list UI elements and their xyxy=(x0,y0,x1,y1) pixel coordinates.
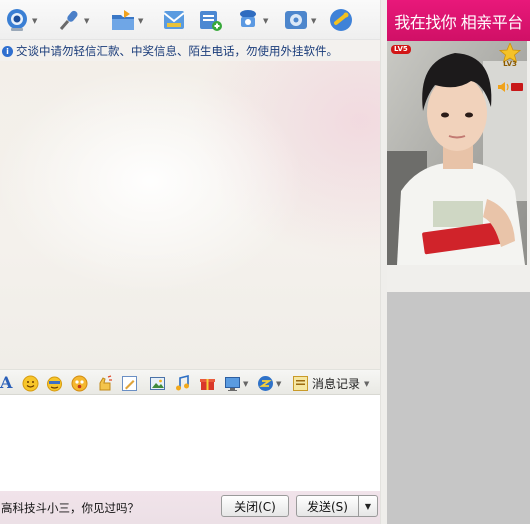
panel-splitter[interactable] xyxy=(380,0,387,524)
info-icon: i xyxy=(2,45,13,57)
send-button[interactable]: 发送(S) xyxy=(296,495,358,517)
emoticon-button[interactable] xyxy=(22,374,39,392)
friend-photo-image xyxy=(387,41,527,265)
level-badge: LV3 xyxy=(497,43,523,71)
message-history[interactable] xyxy=(0,61,380,369)
emoticon-icon xyxy=(22,375,39,391)
gift-icon xyxy=(200,378,215,390)
send-options-button[interactable]: ▼ xyxy=(358,495,378,517)
own-video-area[interactable] xyxy=(387,292,530,524)
nudge-button[interactable] xyxy=(96,374,113,392)
settings-icon xyxy=(285,11,307,29)
level-badge-label: LV3 xyxy=(503,60,517,68)
app-icon xyxy=(240,10,256,27)
video-call-button[interactable]: ▼ xyxy=(4,6,37,34)
font-icon: A xyxy=(0,373,13,392)
font-button[interactable]: A xyxy=(0,374,12,392)
image-button[interactable] xyxy=(149,374,166,392)
handwriting-icon xyxy=(122,375,137,391)
screen-capture-button[interactable]: ▼ xyxy=(224,374,248,392)
image-icon xyxy=(150,376,165,390)
message-history-label: 消息记录 xyxy=(312,376,361,391)
status-text[interactable]: 高科技斗小三，你见过吗？ xyxy=(1,500,139,516)
chevron-down-icon[interactable]: ▼ xyxy=(311,17,316,25)
nudge-icon xyxy=(99,374,112,390)
email-icon xyxy=(163,11,185,29)
send-file-button[interactable]: ▼ xyxy=(110,6,143,34)
chevron-down-icon[interactable]: ▼ xyxy=(364,380,369,388)
magic-face-button[interactable] xyxy=(46,374,63,392)
chevron-down-icon: ▼ xyxy=(364,501,372,511)
message-history-button[interactable]: 消息记录 ▼ xyxy=(292,374,369,392)
microphone-icon[interactable] xyxy=(511,83,523,91)
music-icon xyxy=(176,374,189,390)
speaker-icon[interactable] xyxy=(497,81,511,93)
chevron-down-icon[interactable]: ▼ xyxy=(138,17,143,25)
vip-level-badge: LV5 xyxy=(391,45,411,54)
create-group-icon xyxy=(200,11,222,31)
more-icon xyxy=(258,375,273,391)
magic-face-icon xyxy=(47,376,62,391)
right-panel: 我在找你 相亲平台 LV5 LV3 xyxy=(387,0,530,524)
chevron-down-icon[interactable]: ▼ xyxy=(263,17,268,25)
input-toolbar: A ▼ ▼ 消息记录 ▼ xyxy=(0,369,380,395)
chat-window: ▼ ▼ ▼ ▼ ▼ i 交谈中请勿轻信汇款、中奖信息、陌生电话，勿使用外挂软件。… xyxy=(0,0,530,524)
qq-space-icon xyxy=(330,9,352,31)
more-button[interactable]: ▼ xyxy=(257,374,281,392)
chevron-down-icon[interactable]: ▼ xyxy=(32,17,37,25)
message-input[interactable] xyxy=(0,395,380,491)
voice-call-icon xyxy=(59,10,78,30)
screen-capture-icon xyxy=(225,376,240,391)
gift-button[interactable] xyxy=(199,374,216,392)
chevron-down-icon[interactable]: ▼ xyxy=(276,380,281,388)
close-button[interactable]: 关闭(C) xyxy=(221,495,289,517)
music-button[interactable] xyxy=(174,374,191,392)
friend-video-photo[interactable]: LV5 LV3 xyxy=(387,41,527,265)
email-button[interactable] xyxy=(161,6,187,34)
bottom-bar: 高科技斗小三，你见过吗？ 关闭(C) 发送(S) ▼ xyxy=(0,491,380,524)
message-history-icon xyxy=(293,375,308,391)
ad-banner[interactable]: 我在找你 相亲平台 xyxy=(387,0,530,41)
settings-button[interactable]: ▼ xyxy=(283,6,316,34)
top-toolbar: ▼ ▼ ▼ ▼ ▼ xyxy=(0,0,380,40)
funny-face-icon xyxy=(71,375,88,391)
security-notice: i 交谈中请勿轻信汇款、中奖信息、陌生电话，勿使用外挂软件。 xyxy=(0,41,380,61)
notice-text: 交谈中请勿轻信汇款、中奖信息、陌生电话，勿使用外挂软件。 xyxy=(16,44,338,58)
funny-face-button[interactable] xyxy=(71,374,88,392)
handwriting-button[interactable] xyxy=(121,374,138,392)
send-file-icon xyxy=(112,10,134,30)
create-group-button[interactable] xyxy=(197,6,223,34)
qq-space-button[interactable] xyxy=(328,6,354,34)
voice-call-button[interactable]: ▼ xyxy=(56,6,89,34)
chevron-down-icon[interactable]: ▼ xyxy=(243,380,248,388)
app-button[interactable]: ▼ xyxy=(235,6,268,34)
chevron-down-icon[interactable]: ▼ xyxy=(84,17,89,25)
video-call-icon xyxy=(7,9,27,31)
